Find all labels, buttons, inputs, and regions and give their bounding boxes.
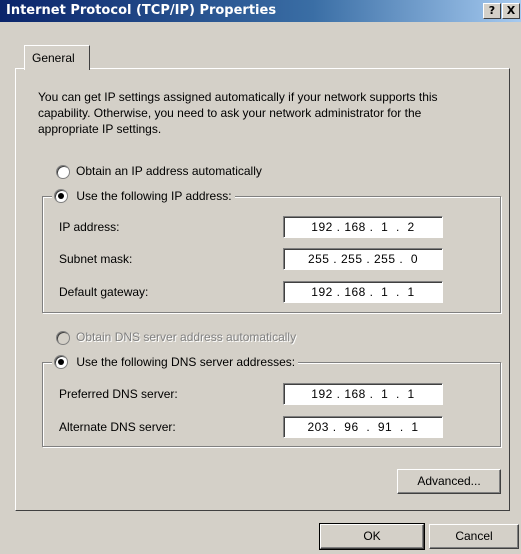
obtain-dns-auto-radio[interactable] xyxy=(56,331,70,345)
alternate-dns-field[interactable]: 203 . 96 . 91 . 1 xyxy=(283,416,443,438)
ip-manual-legend: Use the following IP address: xyxy=(52,188,235,203)
tab-general-label: General xyxy=(32,51,75,65)
close-icon[interactable]: X xyxy=(502,3,520,19)
alternate-dns-label: Alternate DNS server: xyxy=(59,420,176,434)
use-following-dns-label[interactable]: Use the following DNS server addresses: xyxy=(76,355,295,369)
window-title: Internet Protocol (TCP/IP) Properties xyxy=(6,3,277,18)
default-gateway-label: Default gateway: xyxy=(59,285,149,299)
ip-address-label: IP address: xyxy=(59,220,120,234)
help-icon[interactable]: ? xyxy=(483,3,501,19)
ok-button[interactable]: OK xyxy=(319,523,425,550)
preferred-dns-field[interactable]: 192 . 168 . 1 . 1 xyxy=(283,383,443,405)
tab-general[interactable]: General xyxy=(24,45,90,70)
cancel-button[interactable]: Cancel xyxy=(429,524,519,549)
tcpip-properties-dialog: Internet Protocol (TCP/IP) Properties ? … xyxy=(0,0,521,554)
subnet-mask-field[interactable]: 255 . 255 . 255 . 0 xyxy=(283,248,443,270)
obtain-ip-auto-label[interactable]: Obtain an IP address automatically xyxy=(76,164,262,178)
use-following-ip-label[interactable]: Use the following IP address: xyxy=(76,189,231,203)
use-following-dns-radio[interactable] xyxy=(54,354,68,369)
advanced-button[interactable]: Advanced... xyxy=(397,469,501,494)
dns-manual-legend: Use the following DNS server addresses: xyxy=(52,354,299,369)
title-bar[interactable]: Internet Protocol (TCP/IP) Properties ? … xyxy=(0,0,521,22)
preferred-dns-label: Preferred DNS server: xyxy=(59,387,178,401)
use-following-ip-radio[interactable] xyxy=(54,188,68,203)
description-text: You can get IP settings assigned automat… xyxy=(38,90,438,136)
ip-address-field[interactable]: 192 . 168 . 1 . 2 xyxy=(283,216,443,238)
obtain-dns-auto-label: Obtain DNS server address automatically xyxy=(76,330,297,344)
obtain-ip-auto-radio[interactable] xyxy=(56,165,70,179)
subnet-mask-label: Subnet mask: xyxy=(59,252,133,266)
default-gateway-field[interactable]: 192 . 168 . 1 . 1 xyxy=(283,281,443,303)
